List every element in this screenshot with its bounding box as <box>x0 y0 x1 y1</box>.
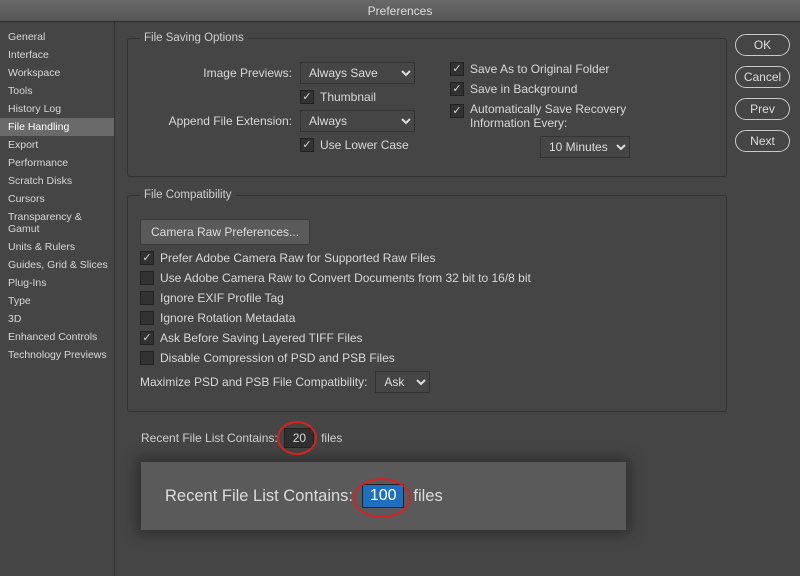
sidebar-item-technology-previews[interactable]: Technology Previews <box>0 346 114 364</box>
sidebar-item-history-log[interactable]: History Log <box>0 100 114 118</box>
disablepsd-label: Disable Compression of PSD and PSB Files <box>160 351 395 365</box>
recent-file-callout: Recent File List Contains: files <box>141 462 626 530</box>
sidebar-item-transparency-gamut[interactable]: Transparency & Gamut <box>0 208 114 238</box>
file-saving-options-group: File Saving Options Image Previews: Alwa… <box>127 32 727 177</box>
preferacr-checkbox[interactable] <box>140 251 154 265</box>
save-in-background-checkbox[interactable] <box>450 82 464 96</box>
disablepsd-checkbox[interactable] <box>140 351 154 365</box>
recent-file-list-row: Recent File List Contains: files <box>141 428 727 448</box>
prev-button[interactable]: Prev <box>735 98 790 120</box>
recent-file-list-label: Recent File List Contains: <box>141 431 278 445</box>
maximize-psd-select[interactable]: Ask <box>375 371 430 393</box>
auto-recovery-interval-select[interactable]: 10 Minutes <box>540 136 630 158</box>
sidebar-item-guides-grid-slices[interactable]: Guides, Grid & Slices <box>0 256 114 274</box>
recent-file-callout-suffix: files <box>413 487 442 506</box>
sidebar-item-export[interactable]: Export <box>0 136 114 154</box>
image-previews-label: Image Previews: <box>140 66 300 80</box>
sidebar-item-scratch-disks[interactable]: Scratch Disks <box>0 172 114 190</box>
cancel-button[interactable]: Cancel <box>735 66 790 88</box>
sidebar-item-general[interactable]: General <box>0 28 114 46</box>
ok-button[interactable]: OK <box>735 34 790 56</box>
image-previews-select[interactable]: Always Save <box>300 62 415 84</box>
sidebar-item-3d[interactable]: 3D <box>0 310 114 328</box>
thumbnail-label: Thumbnail <box>320 90 376 104</box>
ignoreexif-checkbox[interactable] <box>140 291 154 305</box>
window-title: Preferences <box>0 0 800 22</box>
sidebar-item-interface[interactable]: Interface <box>0 46 114 64</box>
sidebar-item-cursors[interactable]: Cursors <box>0 190 114 208</box>
main-panel: File Saving Options Image Previews: Alwa… <box>115 22 735 576</box>
use-lower-case-checkbox[interactable] <box>300 138 314 152</box>
save-as-original-label: Save As to Original Folder <box>470 62 609 76</box>
sidebar-item-tools[interactable]: Tools <box>0 82 114 100</box>
asktiff-checkbox[interactable] <box>140 331 154 345</box>
sidebar-item-performance[interactable]: Performance <box>0 154 114 172</box>
auto-recovery-checkbox[interactable] <box>450 104 464 118</box>
useacr32-label: Use Adobe Camera Raw to Convert Document… <box>160 271 531 285</box>
preferacr-label: Prefer Adobe Camera Raw for Supported Ra… <box>160 251 435 265</box>
recent-file-callout-input[interactable] <box>362 484 404 508</box>
file-compatibility-group: File Compatibility Camera Raw Preference… <box>127 189 727 412</box>
recent-file-count-input[interactable] <box>284 428 314 448</box>
sidebar-item-plug-ins[interactable]: Plug-Ins <box>0 274 114 292</box>
save-in-background-label: Save in Background <box>470 82 577 96</box>
sidebar-item-enhanced-controls[interactable]: Enhanced Controls <box>0 328 114 346</box>
use-lower-case-label: Use Lower Case <box>320 138 409 152</box>
maximize-psd-label: Maximize PSD and PSB File Compatibility: <box>140 375 367 389</box>
append-ext-label: Append File Extension: <box>140 114 300 128</box>
recent-file-suffix: files <box>321 431 342 445</box>
camera-raw-preferences-button[interactable]: Camera Raw Preferences... <box>140 219 310 245</box>
ignorerot-checkbox[interactable] <box>140 311 154 325</box>
ignoreexif-label: Ignore EXIF Profile Tag <box>160 291 284 305</box>
auto-recovery-label: Automatically Save Recovery Information … <box>470 102 650 130</box>
dialog-button-column: OK Cancel Prev Next <box>735 22 800 576</box>
recent-file-callout-label: Recent File List Contains: <box>165 487 353 506</box>
sidebar-item-workspace[interactable]: Workspace <box>0 64 114 82</box>
asktiff-label: Ask Before Saving Layered TIFF Files <box>160 331 363 345</box>
category-sidebar: GeneralInterfaceWorkspaceToolsHistory Lo… <box>0 22 115 576</box>
sidebar-item-type[interactable]: Type <box>0 292 114 310</box>
file-compatibility-legend: File Compatibility <box>140 189 236 201</box>
save-as-original-checkbox[interactable] <box>450 62 464 76</box>
thumbnail-checkbox[interactable] <box>300 90 314 104</box>
next-button[interactable]: Next <box>735 130 790 152</box>
file-saving-options-legend: File Saving Options <box>140 32 248 44</box>
ignorerot-label: Ignore Rotation Metadata <box>160 311 295 325</box>
sidebar-item-units-rulers[interactable]: Units & Rulers <box>0 238 114 256</box>
sidebar-item-file-handling[interactable]: File Handling <box>0 118 114 136</box>
useacr32-checkbox[interactable] <box>140 271 154 285</box>
append-ext-select[interactable]: Always <box>300 110 415 132</box>
